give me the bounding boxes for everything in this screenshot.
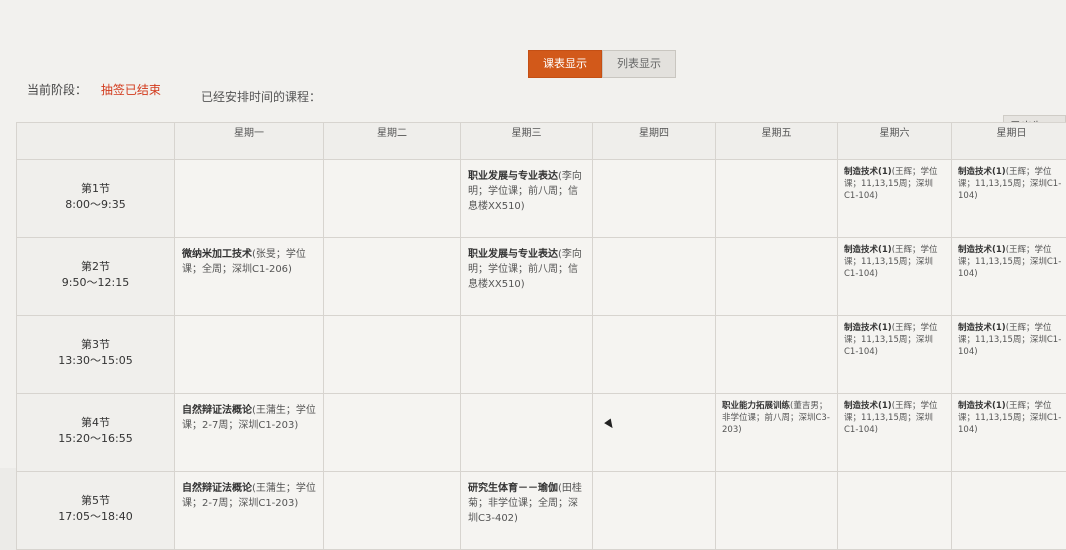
empty-slot	[716, 472, 838, 550]
current-stage: 当前阶段： 抽签已结束	[27, 81, 161, 98]
course-name: 制造技术(1)	[844, 401, 892, 411]
weekday-header: 星期三	[461, 123, 593, 160]
empty-slot	[716, 238, 838, 316]
period-time: 13:30～15:05	[18, 352, 173, 368]
weekday-header: 星期六	[838, 123, 952, 160]
tab-list-view[interactable]: 列表显示	[602, 50, 676, 78]
course-cell[interactable]: 职业发展与专业表达(李向明；学位课；前八周；信息楼XX510)	[461, 238, 593, 316]
empty-slot	[175, 316, 324, 394]
period-row: 第4节 15:20～16:55 自然辩证法概论(王蒲生；学位课；2-7周；深圳C…	[17, 394, 1066, 472]
course-name: 制造技术(1)	[844, 167, 892, 177]
period-time: 17:05～18:40	[18, 508, 173, 524]
empty-slot	[716, 316, 838, 394]
timetable: 星期一 星期二 星期三 星期四 星期五 星期六 星期日 第1节 8:00～9:3…	[16, 122, 1066, 482]
course-name: 职业发展与专业表达	[468, 171, 558, 182]
course-name: 自然辩证法概论	[182, 405, 252, 416]
corner-cell	[17, 123, 175, 160]
weekday-header: 星期二	[324, 123, 461, 160]
course-cell[interactable]: 自然辩证法概论(王蒲生；学位课；2-7周；深圳C1-203)	[175, 472, 324, 550]
empty-slot	[324, 472, 461, 550]
course-cell[interactable]: 制造技术(1)(王辉；学位课；11,13,15周；深圳C1-104)	[952, 238, 1066, 316]
weekday-header: 星期五	[716, 123, 838, 160]
period-cell: 第2节 9:50～12:15	[17, 238, 175, 316]
period-cell: 第1节 8:00～9:35	[17, 160, 175, 238]
empty-slot	[716, 160, 838, 238]
course-name: 制造技术(1)	[958, 167, 1006, 177]
course-name: 自然辩证法概论	[182, 483, 252, 494]
empty-slot	[593, 238, 716, 316]
view-tabs: 课表显示 列表显示	[528, 50, 676, 78]
empty-slot	[838, 472, 952, 550]
stage-value: 抽签已结束	[101, 83, 161, 97]
course-cell[interactable]: 职业发展与专业表达(李向明；学位课；前八周；信息楼XX510)	[461, 160, 593, 238]
empty-slot	[324, 394, 461, 472]
course-name: 制造技术(1)	[958, 245, 1006, 255]
empty-slot	[593, 316, 716, 394]
course-name: 制造技术(1)	[958, 323, 1006, 333]
period-name: 第1节	[18, 180, 173, 196]
period-row: 第5节 17:05～18:40 自然辩证法概论(王蒲生；学位课；2-7周；深圳C…	[17, 472, 1066, 550]
course-name: 制造技术(1)	[958, 401, 1006, 411]
course-cell[interactable]: 制造技术(1)(王辉；学位课；11,13,15周；深圳C1-104)	[952, 316, 1066, 394]
period-name: 第3节	[18, 336, 173, 352]
course-name: 研究生体育－－瑜伽	[468, 483, 558, 494]
schedule-page: 课表显示 列表显示 当前阶段： 抽签已结束 已经安排时间的课程： 导出为XLS …	[0, 0, 1066, 468]
course-cell[interactable]: 研究生体育－－瑜伽(田桂菊；非学位课；全周；深圳C3-402)	[461, 472, 593, 550]
weekday-header: 星期四	[593, 123, 716, 160]
period-cell: 第5节 17:05～18:40	[17, 472, 175, 550]
course-name: 制造技术(1)	[844, 245, 892, 255]
course-name: 制造技术(1)	[844, 323, 892, 333]
empty-slot	[952, 472, 1066, 550]
stage-label: 当前阶段：	[27, 83, 87, 97]
period-name: 第2节	[18, 258, 173, 274]
period-cell: 第4节 15:20～16:55	[17, 394, 175, 472]
course-name: 微纳米加工技术	[182, 249, 252, 260]
course-cell[interactable]: 制造技术(1)(王辉；学位课；11,13,15周；深圳C1-104)	[952, 160, 1066, 238]
empty-slot	[593, 472, 716, 550]
empty-slot	[461, 394, 593, 472]
course-cell[interactable]: 制造技术(1)(王辉；学位课；11,13,15周；深圳C1-104)	[838, 160, 952, 238]
period-name: 第5节	[18, 492, 173, 508]
timetable-grid: 星期一 星期二 星期三 星期四 星期五 星期六 星期日 第1节 8:00～9:3…	[16, 122, 1066, 550]
course-cell[interactable]: 微纳米加工技术(张旻；学位课；全周；深圳C1-206)	[175, 238, 324, 316]
empty-slot	[593, 394, 716, 472]
header-row: 星期一 星期二 星期三 星期四 星期五 星期六 星期日	[17, 123, 1066, 160]
empty-slot	[324, 238, 461, 316]
course-cell[interactable]: 制造技术(1)(王辉；学位课；11,13,15周；深圳C1-104)	[838, 394, 952, 472]
empty-slot	[324, 160, 461, 238]
period-row: 第3节 13:30～15:05 制造技术(1)(王辉；学位课；11,13,15周…	[17, 316, 1066, 394]
period-time: 9:50～12:15	[18, 274, 173, 290]
period-row: 第2节 9:50～12:15 微纳米加工技术(张旻；学位课；全周；深圳C1-20…	[17, 238, 1066, 316]
course-name: 职业能力拓展训练	[722, 401, 790, 411]
empty-slot	[324, 316, 461, 394]
empty-slot	[175, 160, 324, 238]
period-name: 第4节	[18, 414, 173, 430]
period-time: 8:00～9:35	[18, 196, 173, 212]
course-cell[interactable]: 制造技术(1)(王辉；学位课；11,13,15周；深圳C1-104)	[952, 394, 1066, 472]
empty-slot	[461, 316, 593, 394]
period-cell: 第3节 13:30～15:05	[17, 316, 175, 394]
arranged-courses-label: 已经安排时间的课程：	[201, 88, 321, 105]
period-row: 第1节 8:00～9:35 职业发展与专业表达(李向明；学位课；前八周；信息楼X…	[17, 160, 1066, 238]
period-time: 15:20～16:55	[18, 430, 173, 446]
course-cell[interactable]: 制造技术(1)(王辉；学位课；11,13,15周；深圳C1-104)	[838, 238, 952, 316]
tab-schedule-view[interactable]: 课表显示	[528, 50, 602, 78]
course-cell[interactable]: 制造技术(1)(王辉；学位课；11,13,15周；深圳C1-104)	[838, 316, 952, 394]
course-cell[interactable]: 自然辩证法概论(王蒲生；学位课；2-7周；深圳C1-203)	[175, 394, 324, 472]
weekday-header: 星期日	[952, 123, 1066, 160]
weekday-header: 星期一	[175, 123, 324, 160]
course-name: 职业发展与专业表达	[468, 249, 558, 260]
empty-slot	[593, 160, 716, 238]
course-cell[interactable]: 职业能力拓展训练(董吉男；非学位课；前八周；深圳C3-203)	[716, 394, 838, 472]
